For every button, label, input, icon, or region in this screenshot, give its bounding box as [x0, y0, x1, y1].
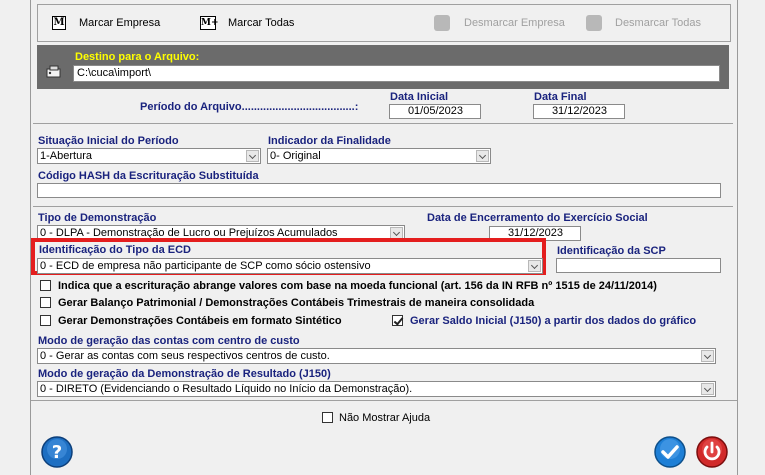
- nao-mostrar-ajuda-label: Não Mostrar Ajuda: [339, 412, 431, 424]
- saldo-inicial-label: Gerar Saldo Inicial (J150) a partir dos …: [410, 315, 697, 327]
- chevron-down-icon[interactable]: [528, 260, 541, 272]
- folder-icon[interactable]: [46, 64, 62, 78]
- periodo-label: Período do Arquivo......................…: [140, 101, 359, 113]
- finalidade-label: Indicador da Finalidade: [268, 135, 391, 147]
- finalidade-value: 0- Original: [270, 150, 321, 162]
- exit-button[interactable]: [696, 436, 728, 468]
- modo-dre-select[interactable]: 0 - DIRETO (Evidenciando o Resultado Líq…: [37, 381, 716, 397]
- ident-ecd-select[interactable]: 0 - ECD de empresa não participante de S…: [37, 258, 543, 274]
- ident-scp-label: Identificação da SCP: [557, 245, 666, 257]
- data-final-input[interactable]: 31/12/2023: [533, 104, 625, 119]
- balanco-consolidado-label: Gerar Balanço Patrimonial / Demonstraçõe…: [58, 297, 535, 309]
- data-final-label: Data Final: [534, 91, 587, 103]
- tipo-demonstracao-label: Tipo de Demonstração: [38, 212, 157, 224]
- finalidade-select[interactable]: 0- Original: [267, 148, 491, 164]
- ident-ecd-value: 0 - ECD de empresa não participante de S…: [40, 260, 371, 272]
- question-icon: ?: [41, 436, 73, 468]
- ident-scp-input[interactable]: [556, 258, 721, 273]
- desmarcar-empresa-icon[interactable]: [434, 15, 450, 31]
- encerramento-label: Data de Encerramento do Exercício Social: [427, 212, 648, 224]
- check-icon: [654, 436, 686, 468]
- desmarcar-todas-icon[interactable]: [586, 15, 602, 31]
- chevron-down-icon[interactable]: [246, 150, 259, 162]
- destino-input[interactable]: C:\cuca\import\: [73, 65, 720, 82]
- power-icon: [696, 436, 728, 468]
- marcar-todas-button[interactable]: Marcar Todas: [228, 17, 294, 29]
- data-inicial-input[interactable]: 01/05/2023: [389, 104, 481, 119]
- separator: [31, 400, 737, 401]
- chevron-down-icon[interactable]: [701, 383, 714, 395]
- data-inicial-label: Data Inicial: [390, 91, 449, 103]
- modo-contas-value: 0 - Gerar as contas com seus respectivos…: [40, 350, 330, 362]
- situacao-select[interactable]: 1-Abertura: [37, 148, 261, 164]
- modo-contas-select[interactable]: 0 - Gerar as contas com seus respectivos…: [37, 348, 716, 364]
- marcar-todas-icon[interactable]: M+: [200, 16, 219, 30]
- desmarcar-todas-button[interactable]: Desmarcar Todas: [615, 17, 701, 29]
- marcar-todas-label: Marcar Todas: [228, 17, 295, 29]
- ok-button[interactable]: [654, 436, 686, 468]
- formato-sintetico-label: Gerar Demonstrações Contábeis em formato…: [58, 315, 342, 327]
- situacao-label: Situação Inicial do Período: [38, 135, 179, 147]
- saldo-inicial-checkbox[interactable]: [392, 315, 403, 326]
- hash-label: Código HASH da Escrituração Substituída: [38, 170, 259, 182]
- destino-label: Destino para o Arquivo:: [75, 51, 200, 63]
- help-button[interactable]: ?: [41, 436, 73, 468]
- marcar-empresa-label: Marcar Empresa: [79, 17, 161, 29]
- situacao-value: 1-Abertura: [40, 150, 92, 162]
- nao-mostrar-ajuda-checkbox[interactable]: [322, 412, 333, 423]
- marcar-empresa-button[interactable]: Marcar Empresa: [79, 17, 160, 29]
- right-panel-border: [737, 0, 738, 475]
- moeda-funcional-checkbox[interactable]: [40, 280, 51, 291]
- separator: [33, 123, 733, 124]
- modo-contas-label: Modo de geração das contas com centro de…: [38, 335, 300, 347]
- formato-sintetico-checkbox[interactable]: [40, 315, 51, 326]
- modo-dre-label: Modo de geração da Demonstração de Resul…: [38, 368, 331, 380]
- desmarcar-empresa-button[interactable]: Desmarcar Empresa: [464, 17, 565, 29]
- chevron-down-icon[interactable]: [476, 150, 489, 162]
- desmarcar-empresa-label: Desmarcar Empresa: [464, 17, 565, 29]
- hash-input[interactable]: [37, 183, 721, 198]
- moeda-funcional-label: Indica que a escrituração abrange valore…: [58, 280, 657, 292]
- marcar-empresa-icon[interactable]: M: [52, 16, 66, 30]
- ident-ecd-label: Identificação do Tipo da ECD: [39, 244, 191, 256]
- separator: [33, 206, 733, 207]
- desmarcar-todas-label: Desmarcar Todas: [615, 17, 701, 29]
- modo-dre-value: 0 - DIRETO (Evidenciando o Resultado Líq…: [40, 383, 413, 395]
- svg-text:?: ?: [52, 442, 62, 463]
- chevron-down-icon[interactable]: [701, 350, 714, 362]
- balanco-consolidado-checkbox[interactable]: [40, 297, 51, 308]
